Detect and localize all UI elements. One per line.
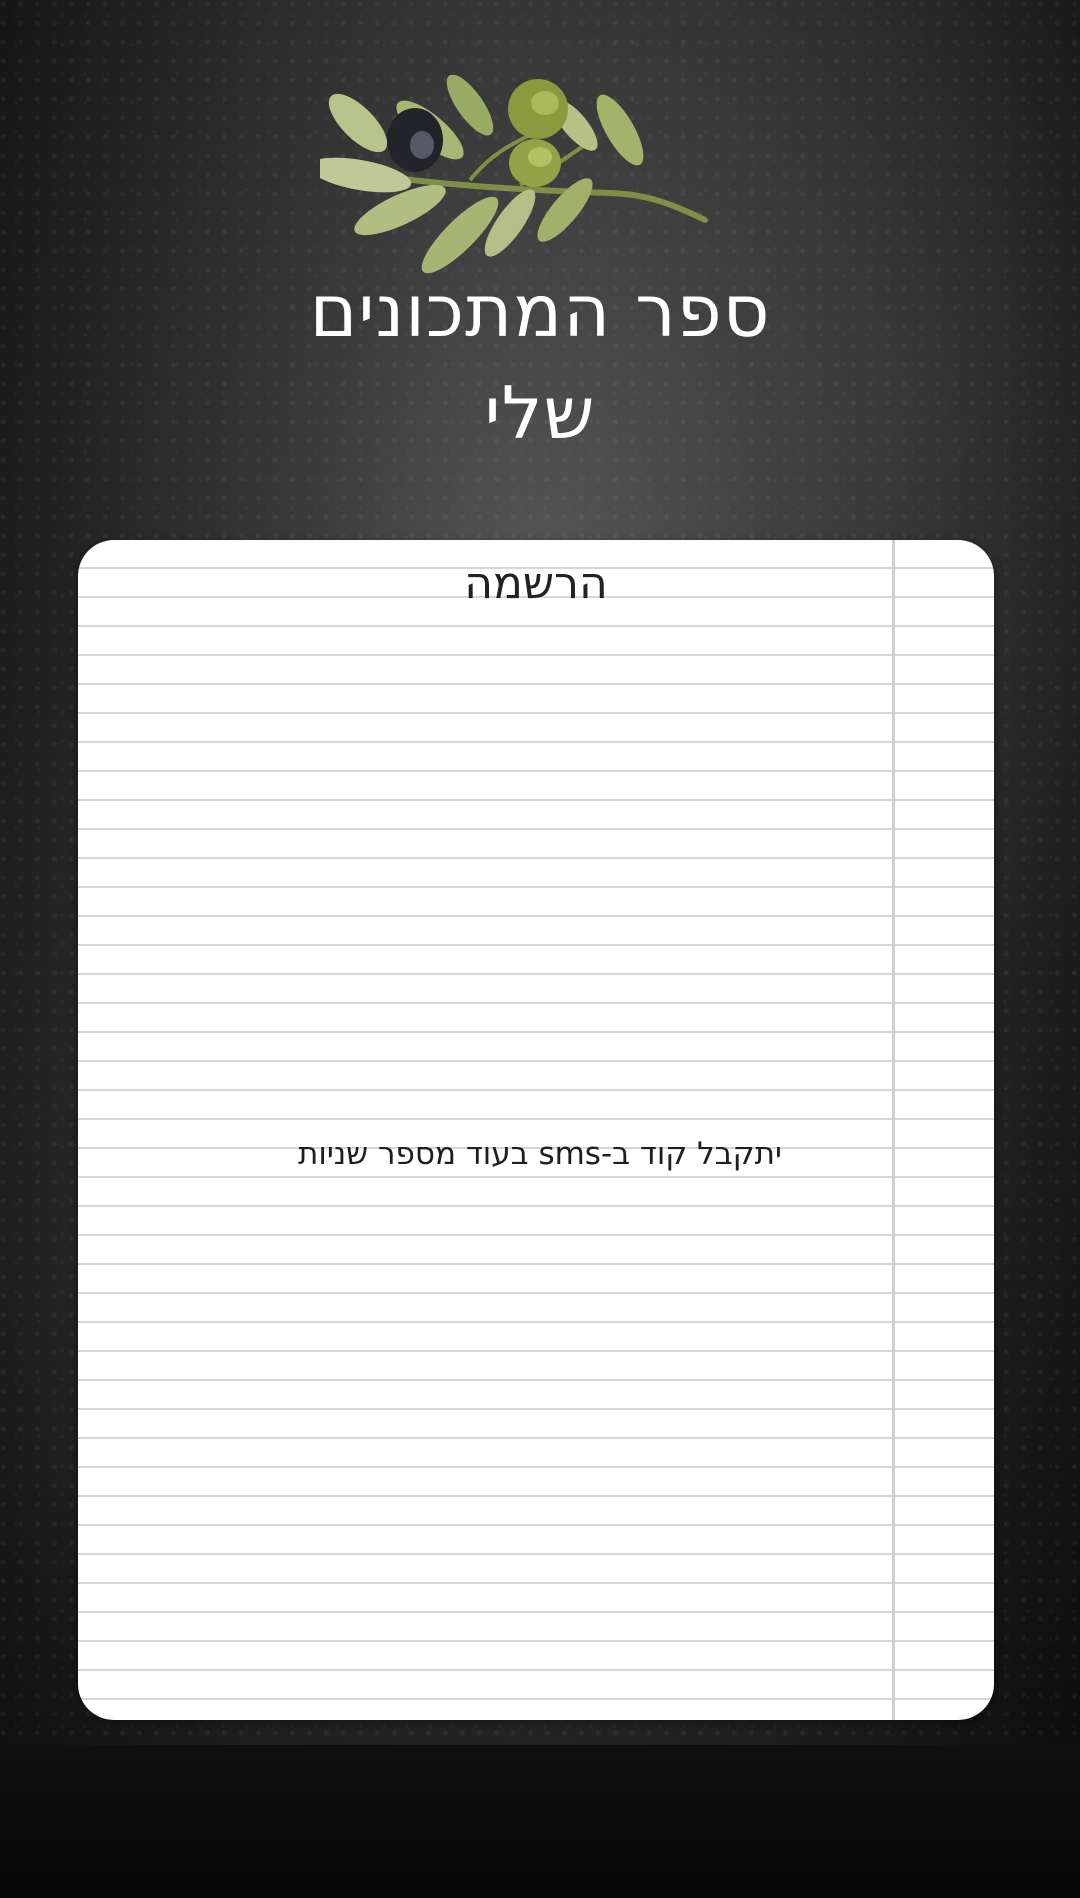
notebook-card: הרשמה [78, 540, 994, 1720]
olive-branch-icon [320, 75, 708, 274]
registration-heading: הרשמה [464, 558, 608, 609]
sms-code-message: יתקבל קוד ב-sms בעוד מספר שניות [298, 1136, 782, 1172]
notebook-margin-line [892, 540, 895, 1720]
bottom-band [0, 1745, 1080, 1898]
page-title: ספר המתכונים שלי [140, 260, 940, 464]
title-line-1: ספר המתכונים [309, 269, 771, 353]
title-line-2: שלי [484, 371, 596, 455]
registration-screen: ספר המתכונים שלי הרשמה יתקבל קוד ב-sms ב… [0, 0, 1080, 1898]
